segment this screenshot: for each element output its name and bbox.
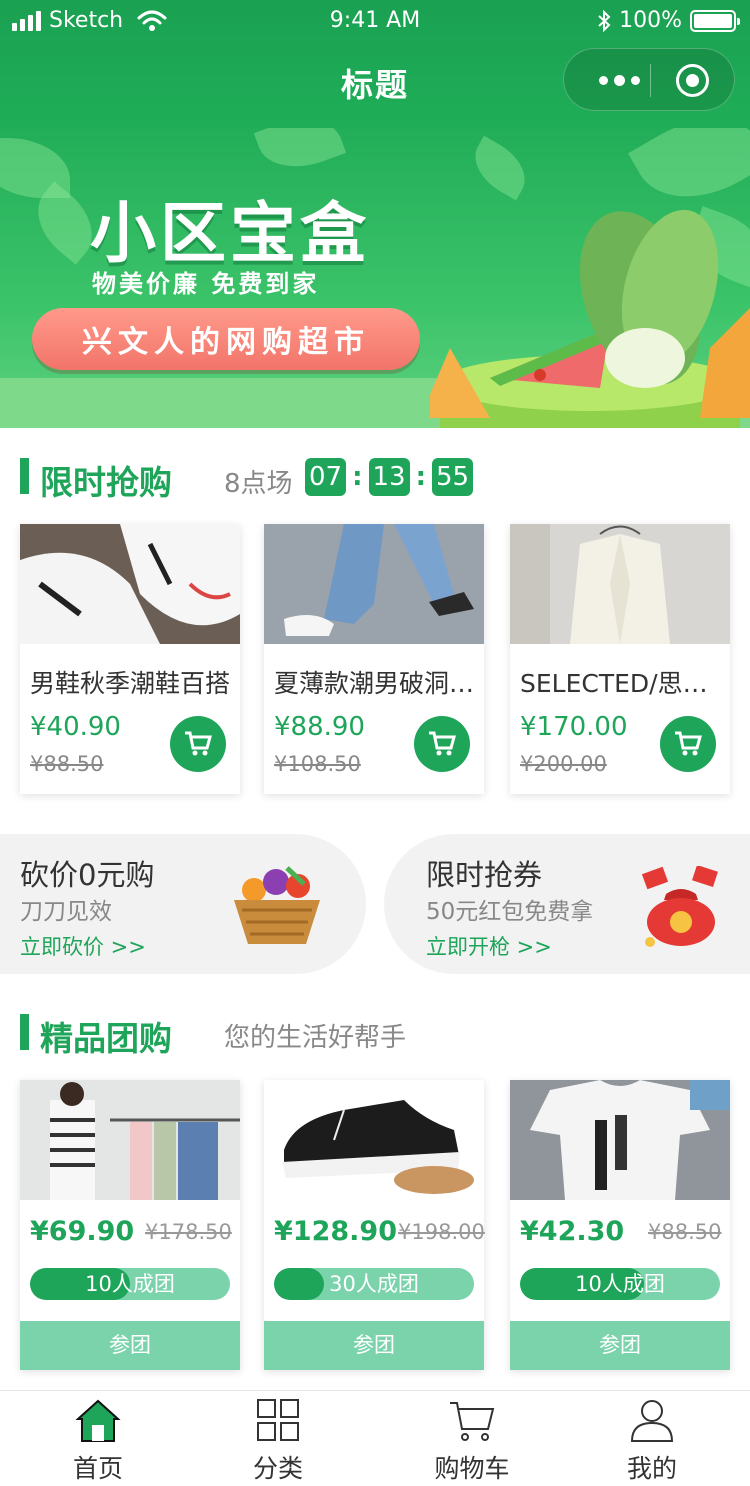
timer-minutes: 13 [368,458,410,496]
group-price: ¥69.90 [30,1216,135,1247]
fruit-basket-icon [234,866,320,944]
team-size-label: 10人成团 [85,1272,175,1296]
mini-program-capsule [563,48,735,111]
product-original-price: ¥88.50 [30,752,104,776]
add-to-cart-button[interactable] [414,716,470,772]
battery-label: 100% [619,8,682,33]
group-buy-title: 精品团购 [40,1019,172,1058]
cart-icon [450,1402,495,1441]
user-icon [630,1400,674,1442]
product-original-price: ¥108.50 [274,752,361,776]
tab-label: 购物车 [434,1454,510,1483]
grid-icon [257,1399,299,1441]
product-price: ¥170.00 [520,712,628,742]
add-to-cart-button[interactable] [170,716,226,772]
join-group-button[interactable]: 参团 [20,1321,240,1370]
product-price: ¥88.90 [274,712,365,742]
capsule-divider [650,64,651,97]
flash-session: 8点场 [224,469,293,499]
cart-icon [185,731,212,756]
home-icon [75,1399,121,1442]
bargain-link[interactable]: 立即砍价 >> [20,931,146,961]
product-name: SELECTED/思莱德 [520,669,722,698]
section-accent [20,1014,29,1050]
product-original-price: ¥200.00 [520,752,607,776]
tab-label: 首页 [72,1454,123,1483]
flash-sale-title: 限时抢购 [40,463,172,502]
battery-icon [690,9,740,32]
vegetable-illustration [430,209,750,428]
group-price: ¥42.30 [520,1216,625,1247]
join-group-button[interactable]: 参团 [510,1321,730,1370]
promo-description: 50元红包免费拿 [426,899,594,925]
add-to-cart-button[interactable] [660,716,716,772]
group-original-price: ¥88.50 [648,1220,722,1244]
hero-banner[interactable]: 小区宝盒 物美价廉 免费到家 兴文人的网购超市 [0,128,750,428]
close-target-icon[interactable] [676,64,709,97]
tab-label: 分类 [252,1454,303,1483]
product-price: ¥40.90 [30,712,121,742]
group-buy-subtitle: 您的生活好帮手 [224,1023,407,1053]
team-size-label: 30人成团 [329,1272,419,1296]
product-name: 夏薄款潮男破洞牛仔裤 [274,669,476,698]
banner-slogan: 兴文人的网购超市 [32,308,420,370]
product-image-jeans [264,524,484,644]
tab-profile[interactable]: 我的 [592,1391,712,1486]
bottom-tab-bar: 首页 分类 购物车 我的 [0,1390,750,1486]
product-image-canvas-shoe [264,1080,484,1200]
team-size-label: 10人成团 [575,1272,665,1296]
group-original-price: ¥198.00 [398,1220,485,1244]
section-accent [20,458,29,494]
tab-home[interactable]: 首页 [38,1391,158,1486]
cart-icon [675,731,702,756]
bargain-promo-tile[interactable]: 砍价0元购 刀刀见效 立即砍价 >> [0,834,366,974]
product-image-pants-rack [20,1080,240,1200]
status-right: 100% [597,8,740,33]
team-progress-bar: 10人成团 [520,1268,720,1300]
coupon-promo-tile[interactable]: 限时抢券 50元红包免费拿 立即开枪 >> [384,834,750,974]
banner-subtitle: 物美价廉 免费到家 [92,270,320,298]
coupon-link[interactable]: 立即开枪 >> [426,931,552,961]
banner-title: 小区宝盒 [90,195,370,272]
flash-product-card[interactable]: 夏薄款潮男破洞牛仔裤 ¥88.90 ¥108.50 [264,524,484,794]
team-progress-bar: 30人成团 [274,1268,474,1300]
tab-cart[interactable]: 购物车 [412,1391,532,1486]
product-image-blazer [510,524,730,644]
tab-category[interactable]: 分类 [218,1391,338,1486]
timer-hours: 07 [305,458,347,496]
promo-description: 刀刀见效 [20,899,112,925]
cart-icon [429,731,456,756]
product-name: 男鞋秋季潮鞋百搭 [30,669,231,698]
group-price: ¥128.90 [274,1216,397,1247]
more-icon[interactable] [588,49,650,112]
app-header: Sketch 9:41 AM 100% 标题 [0,0,750,128]
promo-title: 限时抢券 [426,858,543,892]
flash-product-card[interactable]: SELECTED/思莱德 ¥170.00 ¥200.00 [510,524,730,794]
bluetooth-icon [598,9,611,32]
flash-product-card[interactable]: 男鞋秋季潮鞋百搭 ¥40.90 ¥88.50 [20,524,240,794]
product-image-tshirt [510,1080,730,1200]
group-original-price: ¥178.50 [145,1220,232,1244]
countdown-timer: 07 : 13 : 55 [305,458,474,496]
join-group-button[interactable]: 参团 [264,1321,484,1370]
team-progress-bar: 10人成团 [30,1268,230,1300]
promo-title: 砍价0元购 [20,858,155,892]
tab-label: 我的 [626,1454,677,1483]
timer-seconds: 55 [432,458,474,496]
product-image-sneakers [20,524,240,644]
red-envelope-bag-icon [641,866,718,947]
status-bar: Sketch 9:41 AM 100% [0,0,750,42]
